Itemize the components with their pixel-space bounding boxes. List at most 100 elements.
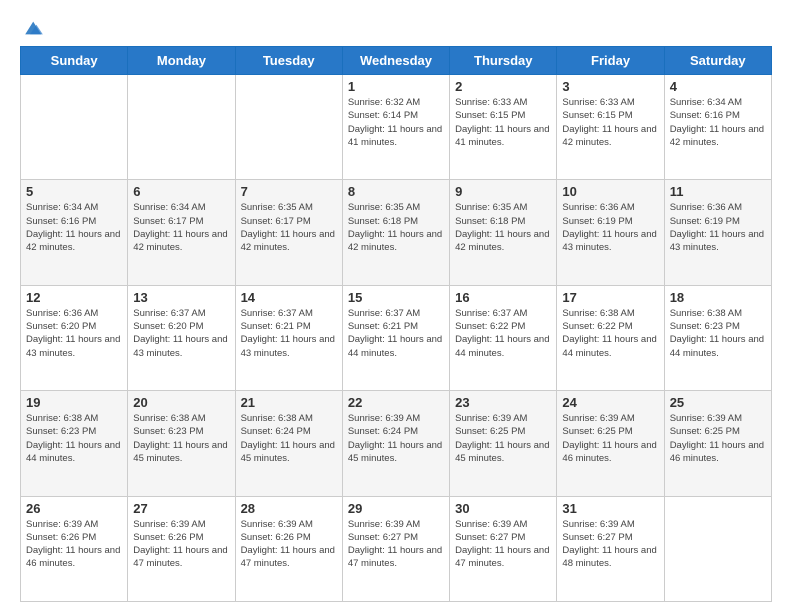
day-number: 16 [455,290,551,305]
day-number: 18 [670,290,766,305]
calendar-cell: 19 Sunrise: 6:38 AM Sunset: 6:23 PM Dayli… [21,391,128,496]
calendar-cell [664,496,771,601]
day-info: Sunrise: 6:34 AM Sunset: 6:16 PM Dayligh… [26,201,122,254]
calendar-cell: 9Sunrise: 6:35 AM Sunset: 6:18 PM Daylig… [450,180,557,285]
day-info: Sunrise: 6:37 AM Sunset: 6:22 PM Dayligh… [455,307,551,360]
days-header-row: SundayMondayTuesdayWednesdayThursdayFrid… [21,47,772,75]
day-info: Sunrise: 6:39 AM Sunset: 6:26 PM Dayligh… [133,518,229,571]
day-of-week-header: Saturday [664,47,771,75]
day-info: Sunrise: 6:38 AM Sunset: 6:23 PM Dayligh… [670,307,766,360]
calendar-cell: 24 Sunrise: 6:39 AM Sunset: 6:25 PM Dayli… [557,391,664,496]
day-number: 17 [562,290,658,305]
day-number: 26 [26,501,122,516]
day-number: 8 [348,184,444,199]
day-number: 12 [26,290,122,305]
day-info: Sunrise: 6:35 AM Sunset: 6:18 PM Dayligh… [455,201,551,254]
calendar-cell: 23 Sunrise: 6:39 AM Sunset: 6:25 PM Dayli… [450,391,557,496]
calendar-cell [21,75,128,180]
calendar-cell: 11 Sunrise: 6:36 AM Sunset: 6:19 PM Dayli… [664,180,771,285]
day-info: Sunrise: 6:39 AM Sunset: 6:27 PM Dayligh… [562,518,658,571]
calendar-cell [235,75,342,180]
calendar-table: SundayMondayTuesdayWednesdayThursdayFrid… [20,46,772,602]
calendar-cell: 31 Sunrise: 6:39 AM Sunset: 6:27 PM Dayli… [557,496,664,601]
calendar-cell: 10 Sunrise: 6:36 AM Sunset: 6:19 PM Dayli… [557,180,664,285]
day-number: 29 [348,501,444,516]
day-number: 13 [133,290,229,305]
day-info: Sunrise: 6:39 AM Sunset: 6:25 PM Dayligh… [670,412,766,465]
day-info: Sunrise: 6:32 AM Sunset: 6:14 PM Dayligh… [348,96,444,149]
day-info: Sunrise: 6:36 AM Sunset: 6:19 PM Dayligh… [562,201,658,254]
day-info: Sunrise: 6:39 AM Sunset: 6:27 PM Dayligh… [348,518,444,571]
day-info: Sunrise: 6:37 AM Sunset: 6:21 PM Dayligh… [348,307,444,360]
day-number: 31 [562,501,658,516]
calendar-cell: 21 Sunrise: 6:38 AM Sunset: 6:24 PM Dayli… [235,391,342,496]
calendar-week-row: 19 Sunrise: 6:38 AM Sunset: 6:23 PM Dayli… [21,391,772,496]
day-info: Sunrise: 6:38 AM Sunset: 6:24 PM Dayligh… [241,412,337,465]
day-of-week-header: Wednesday [342,47,449,75]
calendar-cell: 8 Sunrise: 6:35 AM Sunset: 6:18 PM Daylig… [342,180,449,285]
logo [20,16,46,36]
day-of-week-header: Sunday [21,47,128,75]
calendar-cell: 29 Sunrise: 6:39 AM Sunset: 6:27 PM Dayli… [342,496,449,601]
calendar-week-row: 26 Sunrise: 6:39 AM Sunset: 6:26 PM Dayli… [21,496,772,601]
calendar-cell: 2Sunrise: 6:33 AM Sunset: 6:15 PM Daylig… [450,75,557,180]
calendar-cell: 27Sunrise: 6:39 AM Sunset: 6:26 PM Dayli… [128,496,235,601]
day-info: Sunrise: 6:37 AM Sunset: 6:21 PM Dayligh… [241,307,337,360]
day-number: 20 [133,395,229,410]
calendar-cell: 4 Sunrise: 6:34 AM Sunset: 6:16 PM Daylig… [664,75,771,180]
day-number: 19 [26,395,122,410]
day-number: 10 [562,184,658,199]
calendar-cell [128,75,235,180]
day-info: Sunrise: 6:39 AM Sunset: 6:27 PM Dayligh… [455,518,551,571]
day-of-week-header: Tuesday [235,47,342,75]
calendar-cell: 6 Sunrise: 6:34 AM Sunset: 6:17 PM Daylig… [128,180,235,285]
day-number: 24 [562,395,658,410]
day-info: Sunrise: 6:34 AM Sunset: 6:17 PM Dayligh… [133,201,229,254]
page: SundayMondayTuesdayWednesdayThursdayFrid… [0,0,792,612]
calendar-week-row: 5Sunrise: 6:34 AM Sunset: 6:16 PM Daylig… [21,180,772,285]
calendar-cell: 26 Sunrise: 6:39 AM Sunset: 6:26 PM Dayli… [21,496,128,601]
calendar-cell: 20Sunrise: 6:38 AM Sunset: 6:23 PM Dayli… [128,391,235,496]
day-number: 22 [348,395,444,410]
day-info: Sunrise: 6:38 AM Sunset: 6:22 PM Dayligh… [562,307,658,360]
calendar-week-row: 12 Sunrise: 6:36 AM Sunset: 6:20 PM Dayli… [21,285,772,390]
day-info: Sunrise: 6:34 AM Sunset: 6:16 PM Dayligh… [670,96,766,149]
day-info: Sunrise: 6:39 AM Sunset: 6:25 PM Dayligh… [562,412,658,465]
day-info: Sunrise: 6:35 AM Sunset: 6:18 PM Dayligh… [348,201,444,254]
day-info: Sunrise: 6:39 AM Sunset: 6:26 PM Dayligh… [241,518,337,571]
day-number: 30 [455,501,551,516]
day-number: 21 [241,395,337,410]
calendar-cell: 7Sunrise: 6:35 AM Sunset: 6:17 PM Daylig… [235,180,342,285]
day-number: 6 [133,184,229,199]
day-info: Sunrise: 6:33 AM Sunset: 6:15 PM Dayligh… [455,96,551,149]
day-number: 25 [670,395,766,410]
header [20,16,772,36]
day-number: 3 [562,79,658,94]
day-number: 15 [348,290,444,305]
calendar-cell: 12 Sunrise: 6:36 AM Sunset: 6:20 PM Dayli… [21,285,128,390]
day-info: Sunrise: 6:33 AM Sunset: 6:15 PM Dayligh… [562,96,658,149]
calendar-cell: 22Sunrise: 6:39 AM Sunset: 6:24 PM Dayli… [342,391,449,496]
calendar-cell: 25 Sunrise: 6:39 AM Sunset: 6:25 PM Dayli… [664,391,771,496]
day-info: Sunrise: 6:36 AM Sunset: 6:19 PM Dayligh… [670,201,766,254]
calendar-cell: 13Sunrise: 6:37 AM Sunset: 6:20 PM Dayli… [128,285,235,390]
day-info: Sunrise: 6:39 AM Sunset: 6:26 PM Dayligh… [26,518,122,571]
day-number: 7 [241,184,337,199]
day-number: 11 [670,184,766,199]
calendar-cell: 16 Sunrise: 6:37 AM Sunset: 6:22 PM Dayli… [450,285,557,390]
calendar-cell: 1 Sunrise: 6:32 AM Sunset: 6:14 PM Daylig… [342,75,449,180]
calendar-cell: 30 Sunrise: 6:39 AM Sunset: 6:27 PM Dayli… [450,496,557,601]
day-number: 4 [670,79,766,94]
day-info: Sunrise: 6:36 AM Sunset: 6:20 PM Dayligh… [26,307,122,360]
day-number: 1 [348,79,444,94]
day-of-week-header: Monday [128,47,235,75]
day-info: Sunrise: 6:38 AM Sunset: 6:23 PM Dayligh… [26,412,122,465]
calendar-cell: 28Sunrise: 6:39 AM Sunset: 6:26 PM Dayli… [235,496,342,601]
calendar-cell: 3 Sunrise: 6:33 AM Sunset: 6:15 PM Daylig… [557,75,664,180]
calendar-cell: 14 Sunrise: 6:37 AM Sunset: 6:21 PM Dayli… [235,285,342,390]
day-info: Sunrise: 6:39 AM Sunset: 6:25 PM Dayligh… [455,412,551,465]
day-number: 23 [455,395,551,410]
calendar-cell: 18 Sunrise: 6:38 AM Sunset: 6:23 PM Dayli… [664,285,771,390]
day-number: 14 [241,290,337,305]
calendar-cell: 17 Sunrise: 6:38 AM Sunset: 6:22 PM Dayli… [557,285,664,390]
